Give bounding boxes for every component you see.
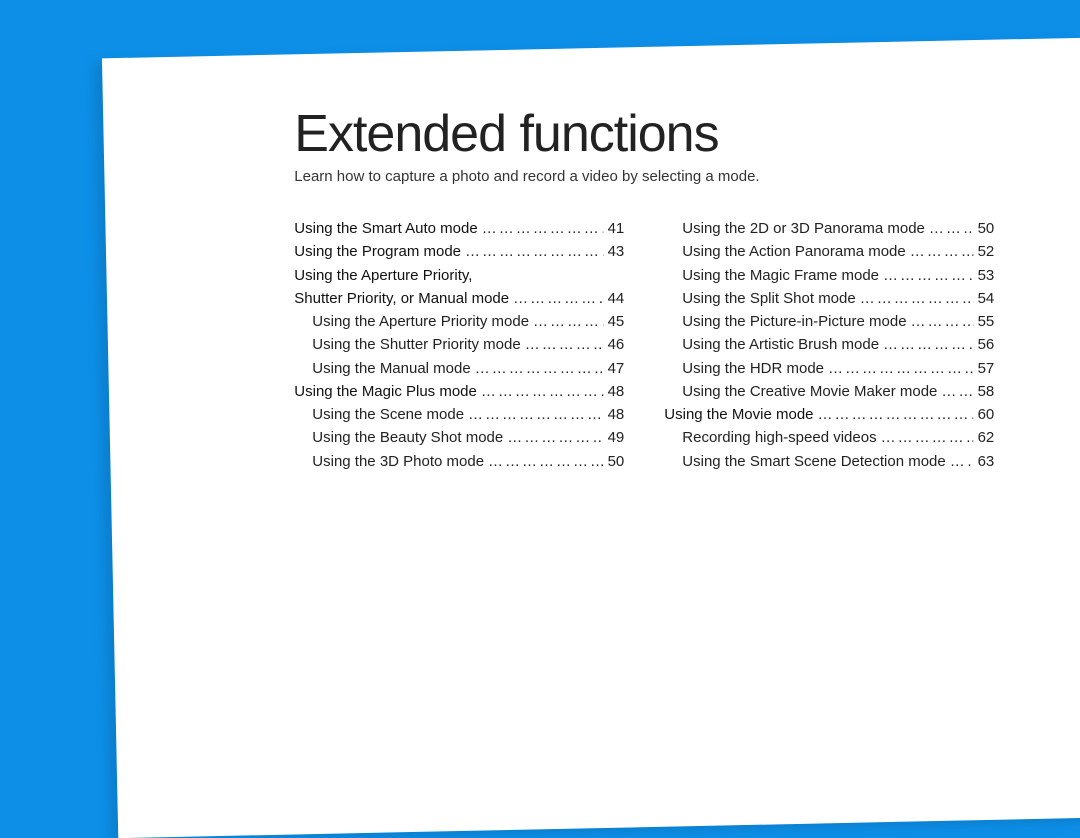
toc-entry-label: Shutter Priority, or Manual mode [294, 287, 509, 310]
toc-leader-dots [533, 310, 604, 333]
toc-entry[interactable]: Using the Action Panorama mode 52 [664, 240, 994, 263]
toc-entry-page: 58 [978, 380, 995, 403]
toc-entry-label: Using the 3D Photo mode [294, 450, 484, 473]
toc-entry-page: 55 [978, 310, 995, 333]
toc-entry[interactable]: Using the Program mode 43 [294, 240, 624, 263]
toc-leader-dots [818, 403, 974, 426]
toc-entry-label: Using the Aperture Priority mode [294, 310, 529, 333]
toc-leader-dots [513, 287, 604, 310]
toc-entry-page: 43 [608, 240, 625, 263]
toc-entry-page: 62 [978, 426, 995, 449]
toc-entry-label: Using the Artistic Brush mode [664, 333, 879, 356]
toc-entry-label: Using the Program mode [294, 240, 461, 263]
toc-leader-dots [488, 450, 604, 473]
toc-entry-label: Using the Creative Movie Maker mode [664, 380, 937, 403]
toc-leader-dots [507, 426, 603, 449]
toc-entry-label: Using the 2D or 3D Panorama mode [664, 217, 925, 240]
toc-entry[interactable]: Using the 3D Photo mode 50 [294, 450, 624, 473]
toc-entry-page: 47 [608, 357, 625, 380]
toc-entry-label: Using the Beauty Shot mode [294, 426, 503, 449]
toc-entry-page: 53 [978, 264, 995, 287]
toc-columns: Using the Smart Auto mode41Using the Pro… [294, 217, 1080, 473]
toc-entry[interactable]: Using the Artistic Brush mode 56 [664, 333, 994, 356]
toc-entry[interactable]: Using the Movie mode 60 [664, 403, 994, 426]
toc-entry[interactable]: Using the Manual mode 47 [294, 357, 624, 380]
toc-leader-dots [950, 450, 974, 473]
toc-entry[interactable]: Using the Creative Movie Maker mode 58 [664, 380, 994, 403]
toc-column-right: Using the 2D or 3D Panorama mode50Using … [664, 217, 994, 473]
toc-entry[interactable]: Using the Scene mode 48 [294, 403, 624, 426]
toc-entry[interactable]: Using the Aperture Priority mode 45 [294, 310, 624, 333]
toc-entry-label: Using the Picture-in-Picture mode [664, 310, 906, 333]
page-subtitle: Learn how to capture a photo and record … [294, 168, 1080, 185]
toc-entry[interactable]: Using the Picture-in-Picture mode 55 [664, 310, 994, 333]
toc-leader-dots [481, 380, 604, 403]
toc-entry[interactable]: Using the Smart Scene Detection mode 63 [664, 450, 994, 473]
toc-leader-dots [475, 357, 604, 380]
toc-leader-dots [525, 333, 604, 356]
toc-leader-dots [860, 287, 974, 310]
toc-leader-dots [941, 380, 973, 403]
toc-entry[interactable]: Using the Split Shot mode 54 [664, 287, 994, 310]
toc-entry[interactable]: Recording high-speed videos 62 [664, 426, 994, 449]
manual-page: Extended functions Learn how to capture … [102, 38, 1080, 838]
toc-leader-dots [468, 403, 604, 426]
toc-entry-label: Using the Scene mode [294, 403, 464, 426]
toc-entry-page: 41 [608, 217, 625, 240]
toc-entry-label: Using the Smart Scene Detection mode [664, 450, 945, 473]
toc-entry[interactable]: Shutter Priority, or Manual mode 44 [294, 287, 624, 310]
toc-leader-dots [929, 217, 974, 240]
toc-entry[interactable]: Using the HDR mode 57 [664, 357, 994, 380]
toc-entry-label: Recording high-speed videos [664, 426, 876, 449]
toc-entry-page: 49 [608, 426, 625, 449]
toc-leader-dots [883, 264, 974, 287]
toc-entry-label: Using the Action Panorama mode [664, 240, 905, 263]
toc-entry[interactable]: Using the Smart Auto mode 41 [294, 217, 624, 240]
toc-entry-label: Using the Movie mode [664, 403, 813, 426]
toc-entry[interactable]: Using the 2D or 3D Panorama mode 50 [664, 217, 994, 240]
toc-entry-page: 46 [608, 333, 625, 356]
toc-entry-label: Using the Split Shot mode [664, 287, 855, 310]
toc-leader-dots [828, 357, 974, 380]
toc-leader-dots [910, 240, 974, 263]
toc-entry[interactable]: Using the Aperture Priority, [294, 264, 624, 287]
toc-entry[interactable]: Using the Shutter Priority mode 46 [294, 333, 624, 356]
toc-entry[interactable]: Using the Beauty Shot mode 49 [294, 426, 624, 449]
toc-entry-page: 48 [608, 380, 625, 403]
toc-entry-page: 54 [978, 287, 995, 310]
toc-entry-label: Using the Smart Auto mode [294, 217, 477, 240]
toc-leader-dots [465, 240, 604, 263]
toc-entry[interactable]: Using the Magic Plus mode 48 [294, 380, 624, 403]
toc-entry-page: 50 [978, 217, 995, 240]
toc-entry-page: 60 [978, 403, 995, 426]
toc-entry-label: Using the Shutter Priority mode [294, 333, 520, 356]
toc-entry-page: 52 [978, 240, 995, 263]
toc-column-left: Using the Smart Auto mode41Using the Pro… [294, 217, 624, 473]
page-content: Extended functions Learn how to capture … [106, 48, 1080, 473]
toc-leader-dots [881, 426, 974, 449]
toc-entry-label: Using the Manual mode [294, 357, 470, 380]
toc-entry-page: 57 [978, 357, 995, 380]
toc-entry-page: 50 [608, 450, 625, 473]
toc-leader-dots [883, 333, 974, 356]
toc-entry-page: 56 [978, 333, 995, 356]
toc-entry-label: Using the Magic Plus mode [294, 380, 477, 403]
toc-entry-label: Using the Magic Frame mode [664, 264, 879, 287]
toc-entry-page: 44 [608, 287, 625, 310]
toc-entry[interactable]: Using the Magic Frame mode 53 [664, 264, 994, 287]
toc-entry-page: 63 [978, 450, 995, 473]
toc-leader-dots [482, 217, 604, 240]
toc-entry-page: 45 [608, 310, 625, 333]
toc-entry-label: Using the HDR mode [664, 357, 824, 380]
toc-leader-dots [911, 310, 974, 333]
toc-entry-page: 48 [608, 403, 625, 426]
toc-entry-label: Using the Aperture Priority, [294, 264, 472, 287]
page-title: Extended functions [294, 104, 1080, 164]
